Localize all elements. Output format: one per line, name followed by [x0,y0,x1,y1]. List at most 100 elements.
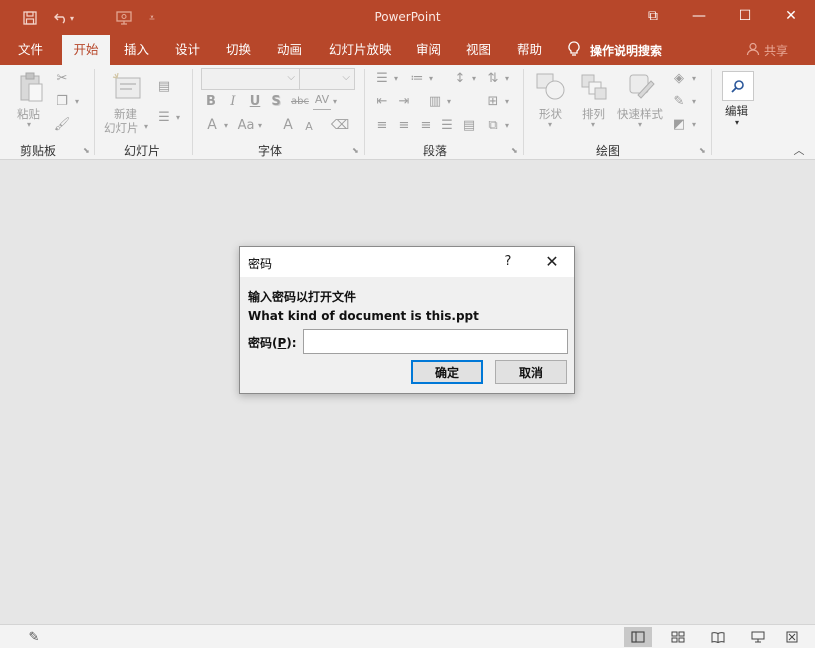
change-case-dropdown-icon[interactable]: ▾ [256,116,264,134]
columns-icon[interactable]: ▥ [426,92,444,110]
paste-icon[interactable] [17,71,45,105]
slide-sorter-icon[interactable] [664,627,692,647]
dialog-close-icon[interactable]: ✕ [538,249,566,275]
cancel-button[interactable]: 取消 [495,360,567,384]
justify-icon[interactable]: ☰ [438,116,456,134]
shape-outline-icon[interactable]: ✎ [670,92,688,110]
shape-fill-dropdown-icon[interactable]: ▾ [690,69,698,87]
tab-transitions[interactable]: 切换 [220,35,257,65]
tell-me-search[interactable]: 操作说明搜索 [568,35,662,65]
copy-dropdown-icon[interactable]: ▾ [72,92,82,110]
fit-to-window-icon[interactable] [778,627,806,647]
cut-icon[interactable]: ✂ [53,69,71,87]
tab-help[interactable]: 帮助 [511,35,548,65]
align-text-dropdown-icon[interactable]: ▾ [503,92,511,110]
grow-font-button[interactable]: A [280,116,296,134]
tab-home[interactable]: 开始 [62,35,110,65]
tab-insert[interactable]: 插入 [118,35,155,65]
tab-design[interactable]: 设计 [169,35,206,65]
change-case-button[interactable]: Aa [235,116,257,134]
ok-button[interactable]: 确定 [411,360,483,384]
shapes-dropdown-icon[interactable]: ▾ [548,120,552,129]
decrease-indent-icon[interactable]: ⇤ [373,92,391,110]
font-color-dropdown-icon[interactable]: ▾ [222,116,230,134]
normal-view-icon[interactable] [624,627,652,647]
align-left-icon[interactable]: ≡ [373,116,391,134]
tab-animations[interactable]: 动画 [271,35,308,65]
share-button[interactable]: 共享 [746,35,788,65]
bullets-dropdown-icon[interactable]: ▾ [392,69,400,87]
numbering-icon[interactable]: ≔ [408,69,426,87]
section-icon[interactable]: ☰ [154,108,174,126]
text-direction-dropdown-icon[interactable]: ▾ [503,69,511,87]
align-right-icon[interactable]: ≡ [417,116,435,134]
undo-dropdown-icon[interactable]: ▾ [66,7,78,29]
increase-indent-icon[interactable]: ⇥ [395,92,413,110]
arrange-dropdown-icon[interactable]: ▾ [591,120,595,129]
tab-review[interactable]: 审阅 [410,35,447,65]
shape-effects-dropdown-icon[interactable]: ▾ [690,115,698,133]
collapse-ribbon-icon[interactable]: ︿ [791,143,807,157]
italic-button[interactable]: I [225,92,241,110]
columns-dropdown-icon[interactable]: ▾ [445,92,453,110]
shape-fill-icon[interactable]: ◈ [670,69,688,87]
font-size-combo[interactable]: ⌵ [299,68,355,90]
numbering-dropdown-icon[interactable]: ▾ [427,69,435,87]
line-spacing-icon[interactable]: ↕ [451,69,469,87]
text-direction-icon[interactable]: ⇅ [484,69,502,87]
minimize-button[interactable]: — [676,0,722,32]
shapes-icon[interactable] [534,71,568,103]
clipboard-launcher-icon[interactable]: ⬊ [83,146,90,155]
text-shadow-button[interactable]: S [268,92,284,110]
smartart-dropdown-icon[interactable]: ▾ [503,116,511,134]
reading-view-icon[interactable] [704,627,732,647]
maximize-button[interactable]: ☐ [722,0,768,32]
bullets-icon[interactable]: ☰ [373,69,391,87]
notes-icon[interactable]: ✎ [20,627,48,647]
format-painter-icon[interactable]: 🖌 [53,115,71,133]
character-spacing-button[interactable]: AV [313,90,331,110]
shrink-font-button[interactable]: A [302,118,316,134]
find-icon[interactable] [722,71,754,101]
ribbon-display-options-icon[interactable]: ⧉ [630,0,676,32]
font-color-button[interactable]: A [204,116,220,134]
new-slide-dropdown-icon[interactable]: ▾ [144,122,148,131]
save-icon[interactable] [19,7,41,29]
tab-view[interactable]: 视图 [460,35,497,65]
clear-formatting-icon[interactable]: ⌫ [331,116,349,134]
tab-file[interactable]: 文件 [12,35,49,65]
customize-qat-icon[interactable]: ⩡ [141,7,163,29]
spacing-dropdown-icon[interactable]: ▾ [331,92,339,110]
slideshow-icon[interactable] [744,627,772,647]
start-from-beginning-icon[interactable] [113,7,135,29]
line-spacing-dropdown-icon[interactable]: ▾ [470,69,478,87]
font-name-combo[interactable]: ⌵ [201,68,300,90]
font-launcher-icon[interactable]: ⬊ [352,146,359,155]
layout-icon[interactable]: ▤ [154,77,174,95]
paragraph-launcher-icon[interactable]: ⬊ [511,146,518,155]
smartart-icon[interactable]: ⧉ [484,116,502,134]
quick-styles-icon[interactable] [625,71,659,103]
distributed-icon[interactable]: ▤ [460,116,478,134]
editing-label[interactable]: 编辑 [725,103,748,119]
quick-styles-dropdown-icon[interactable]: ▾ [638,120,642,129]
shape-effects-icon[interactable]: ◩ [670,115,688,133]
bold-button[interactable]: B [203,92,219,110]
password-input[interactable] [303,329,568,354]
section-dropdown-icon[interactable]: ▾ [174,108,182,126]
tab-slideshow[interactable]: 幻灯片放映 [323,35,398,65]
new-slide-icon[interactable] [110,71,144,103]
drawing-launcher-icon[interactable]: ⬊ [699,146,706,155]
close-button[interactable]: ✕ [768,0,814,32]
align-center-icon[interactable]: ≡ [395,116,413,134]
shape-outline-dropdown-icon[interactable]: ▾ [690,92,698,110]
copy-icon[interactable]: ❐ [53,92,71,110]
underline-button[interactable]: U [247,92,263,110]
help-icon[interactable]: ? [498,251,518,273]
arrange-icon[interactable] [579,71,609,103]
align-text-icon[interactable]: ⊞ [484,92,502,110]
strikethrough-button[interactable]: abc [289,92,311,110]
new-slide-label-2[interactable]: 幻灯片 [104,120,139,136]
editing-dropdown-icon[interactable]: ▾ [735,118,739,127]
paste-dropdown-icon[interactable]: ▾ [27,120,31,129]
